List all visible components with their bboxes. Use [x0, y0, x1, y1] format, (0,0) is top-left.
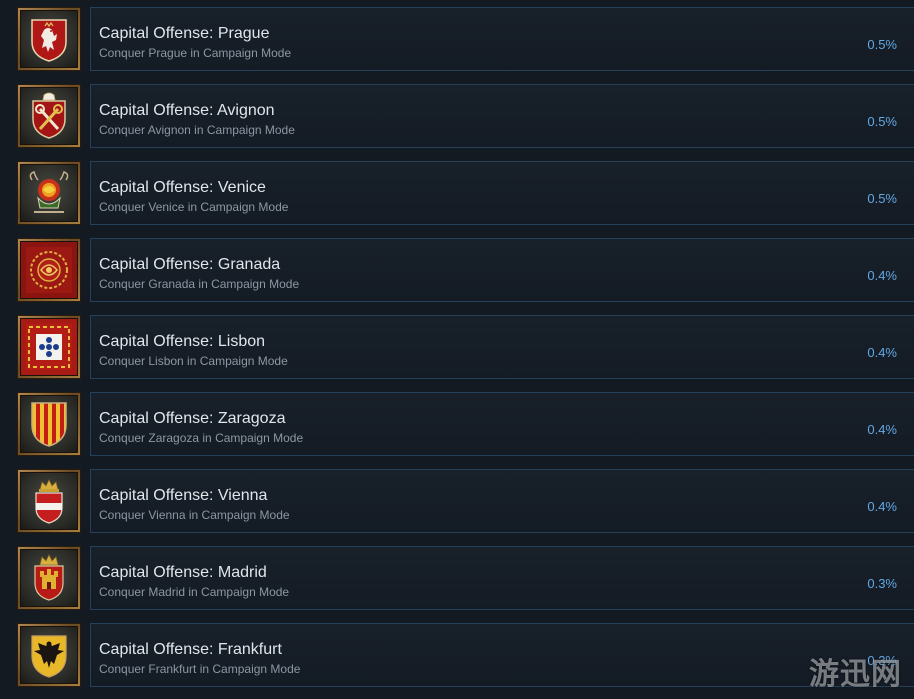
achievement-icon-frame: [17, 238, 81, 302]
achievement-percent: 0.4%: [867, 422, 897, 437]
achievement-description: Conquer Prague in Campaign Mode: [99, 46, 292, 60]
achievement-icon-frame: [17, 161, 81, 225]
achievement-description: Conquer Granada in Campaign Mode: [99, 277, 300, 291]
watermark: 游迅网: [809, 658, 902, 691]
achievement-description: Conquer Vienna in Campaign Mode: [99, 508, 290, 522]
achievement-percent: 0.3%: [867, 576, 897, 591]
vienna-crowned-shield-icon: [35, 479, 63, 524]
achievement-row[interactable]: Capital Offense: Vienna Conquer Vienna i…: [0, 469, 914, 533]
achievement-description: Conquer Zaragoza in Campaign Mode: [99, 431, 304, 445]
achievement-description: Conquer Frankfurt in Campaign Mode: [99, 662, 301, 676]
achievement-icon-frame: [17, 546, 81, 610]
achievement-title: Capital Offense: Lisbon: [99, 333, 266, 350]
achievement-panel: Capital Offense: Avignon Conquer Avignon…: [90, 84, 914, 148]
achievement-row[interactable]: Capital Offense: Avignon Conquer Avignon…: [0, 84, 914, 148]
achievement-percent: 0.5%: [867, 191, 897, 206]
madrid-castle-shield-icon: [34, 554, 64, 601]
achievement-icon-frame: [17, 469, 81, 533]
achievement-description: Conquer Madrid in Campaign Mode: [99, 585, 290, 599]
achievement-row[interactable]: Capital Offense: Zaragoza Conquer Zarago…: [0, 392, 914, 456]
achievement-row[interactable]: Capital Offense: Venice Conquer Venice i…: [0, 161, 914, 225]
achievement-description: Conquer Avignon in Campaign Mode: [99, 123, 295, 137]
achievement-row[interactable]: Capital Offense: Madrid Conquer Madrid i…: [0, 546, 914, 610]
avignon-papal-keys-shield-icon: [32, 92, 66, 139]
achievement-panel: Capital Offense: Madrid Conquer Madrid i…: [90, 546, 914, 610]
achievement-icon-frame: [17, 392, 81, 456]
achievement-icon-frame: [17, 623, 81, 687]
achievement-icon-frame: [17, 84, 81, 148]
frankfurt-eagle-shield-icon: [31, 635, 67, 678]
achievement-percent: 0.4%: [867, 345, 897, 360]
achievement-description: Conquer Lisbon in Campaign Mode: [99, 354, 288, 368]
achievement-row[interactable]: Capital Offense: Lisbon Conquer Lisbon i…: [0, 315, 914, 379]
prague-lion-shield-icon: [31, 19, 67, 62]
lisbon-quinas-emblem-icon: [26, 324, 72, 370]
achievement-icon-frame: [17, 7, 81, 71]
achievement-percent: 0.5%: [867, 114, 897, 129]
achievement-icon-frame: [17, 315, 81, 379]
achievement-percent: 0.5%: [867, 37, 897, 52]
achievement-title: Capital Offense: Granada: [99, 256, 281, 273]
achievement-row[interactable]: Capital Offense: Prague Conquer Prague i…: [0, 7, 914, 71]
achievement-panel: Capital Offense: Venice Conquer Venice i…: [90, 161, 914, 225]
achievement-title: Capital Offense: Venice: [99, 179, 266, 196]
achievement-panel: Capital Offense: Granada Conquer Granada…: [90, 238, 914, 302]
achievement-title: Capital Offense: Zaragoza: [99, 410, 286, 427]
achievement-panel: Capital Offense: Lisbon Conquer Lisbon i…: [90, 315, 914, 379]
achievement-row[interactable]: Capital Offense: Granada Conquer Granada…: [0, 238, 914, 302]
achievement-row[interactable]: Capital Offense: Frankfurt Conquer Frank…: [0, 623, 914, 687]
achievement-description: Conquer Venice in Campaign Mode: [99, 200, 289, 214]
zaragoza-striped-shield-icon: [31, 402, 67, 447]
achievement-panel: Capital Offense: Frankfurt Conquer Frank…: [90, 623, 914, 687]
granada-ornate-emblem-icon: [26, 247, 72, 293]
achievement-title: Capital Offense: Frankfurt: [99, 641, 282, 658]
achievement-panel: Capital Offense: Vienna Conquer Vienna i…: [90, 469, 914, 533]
achievement-panel: Capital Offense: Zaragoza Conquer Zarago…: [90, 392, 914, 456]
achievement-list: Capital Offense: Prague Conquer Prague i…: [0, 0, 914, 699]
achievement-title: Capital Offense: Madrid: [99, 564, 267, 581]
achievement-title: Capital Offense: Vienna: [99, 487, 268, 504]
venice-lion-crest-icon: [29, 171, 69, 213]
achievement-panel: Capital Offense: Prague Conquer Prague i…: [90, 7, 914, 71]
achievement-percent: 0.4%: [867, 499, 897, 514]
achievement-title: Capital Offense: Avignon: [99, 102, 275, 119]
achievement-percent: 0.4%: [867, 268, 897, 283]
achievement-title: Capital Offense: Prague: [99, 25, 270, 42]
